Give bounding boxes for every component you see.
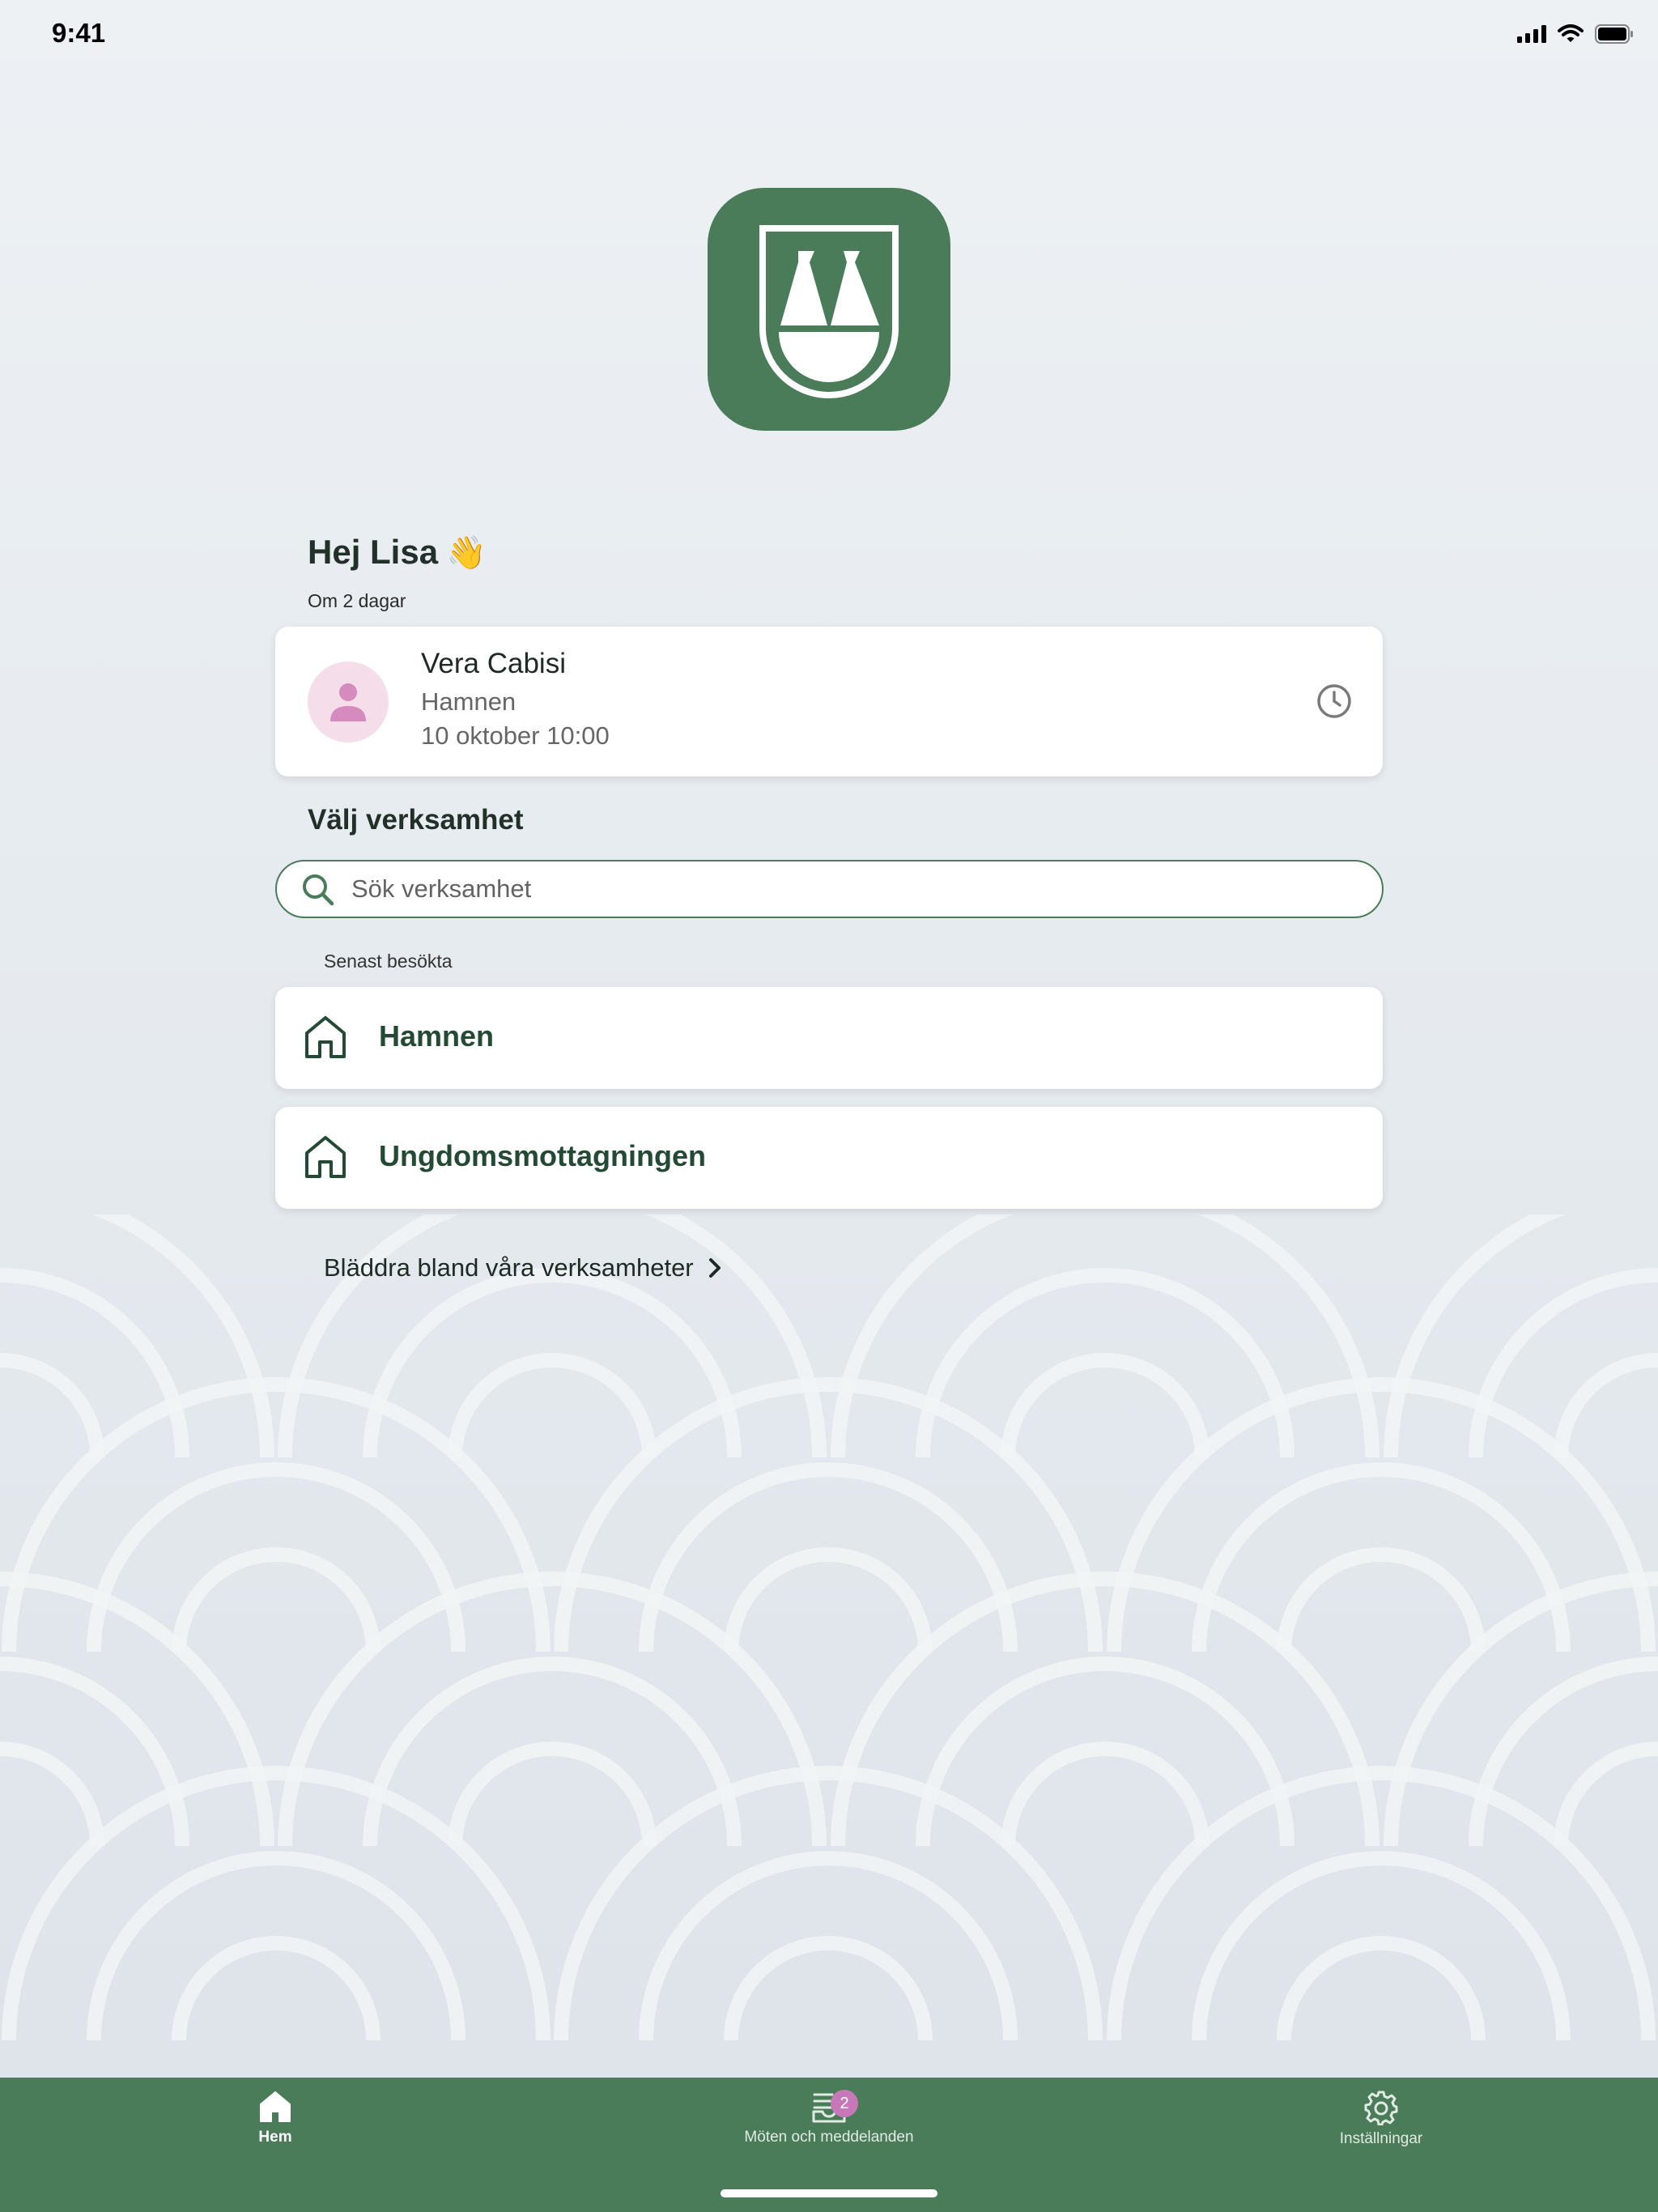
upcoming-label: Om 2 dagar [308, 590, 406, 611]
search-input[interactable] [350, 870, 1357, 908]
tab-meetings-messages[interactable]: 2 Möten och meddelanden [708, 2090, 950, 2146]
recent-venue-item[interactable]: Hamnen [275, 987, 1383, 1089]
background-wave-pattern [0, 1214, 1658, 2041]
background-arc [1001, 1353, 1209, 1458]
tab-home[interactable]: Hem [239, 2090, 312, 2146]
background-arc [1277, 1936, 1486, 2041]
background-arc [1001, 1742, 1209, 1847]
waving-hand-icon: 👋 [446, 534, 487, 571]
background-arc [172, 1936, 380, 2041]
venue-label: Ungdomsmottagningen [379, 1139, 706, 1172]
battery-icon [1595, 24, 1633, 44]
shield-logo-icon [759, 225, 899, 398]
status-time: 9:41 [52, 18, 106, 48]
recent-venue-item[interactable]: Ungdomsmottagningen [275, 1107, 1383, 1209]
person-icon [330, 683, 366, 721]
home-indicator [721, 2189, 937, 2197]
signal-icon [1517, 25, 1546, 43]
browse-label: Bläddra bland våra verksamheter [324, 1253, 694, 1282]
wifi-icon [1558, 24, 1584, 42]
tab-label: Hem [258, 2129, 292, 2146]
chevron-right-icon [708, 1258, 721, 1278]
app-logo [708, 188, 950, 431]
background-arc [724, 1936, 933, 2041]
greeting-text: Hej Lisa [308, 533, 439, 571]
appointment-card[interactable]: Vera Cabisi Hamnen 10 oktober 10:00 [275, 627, 1383, 776]
search-bar[interactable] [275, 860, 1384, 918]
appointment-datetime: 10 oktober 10:00 [421, 721, 610, 750]
greeting: Hej Lisa 👋 [308, 533, 487, 572]
appointment-person: Vera Cabisi [421, 648, 566, 679]
background-arc [172, 1547, 380, 1653]
background-arc [1554, 1742, 1658, 1847]
browse-venues-link[interactable]: Bläddra bland våra verksamheter [324, 1253, 721, 1283]
search-icon [303, 874, 334, 906]
background-arc [278, 1214, 827, 1458]
avatar [308, 661, 389, 742]
notification-badge: 2 [831, 2090, 858, 2117]
background-arc [448, 1742, 657, 1847]
house-icon [305, 1136, 346, 1178]
recent-label: Senast besökta [324, 951, 453, 972]
section-title-choose-venue: Välj verksamhet [308, 804, 524, 836]
status-icons [1517, 24, 1634, 44]
house-icon [305, 1016, 346, 1058]
tab-label: Inställningar [1339, 2130, 1423, 2147]
clock-icon [1317, 684, 1351, 718]
background-arc [831, 1214, 1380, 1458]
home-icon [260, 2091, 291, 2122]
status-bar: 9:41 [0, 0, 1658, 73]
gear-icon [1364, 2091, 1398, 2125]
background-arc [1277, 1547, 1486, 1653]
background-arc [0, 1353, 104, 1458]
background-arc [0, 1742, 104, 1847]
tab-settings[interactable]: Inställningar [1300, 2090, 1462, 2148]
tab-label: Möten och meddelanden [744, 2129, 914, 2146]
background-arc [724, 1547, 933, 1653]
background-arc [1554, 1353, 1658, 1458]
venue-label: Hamnen [379, 1019, 495, 1053]
background-arc [448, 1353, 657, 1458]
appointment-place: Hamnen [421, 687, 517, 716]
